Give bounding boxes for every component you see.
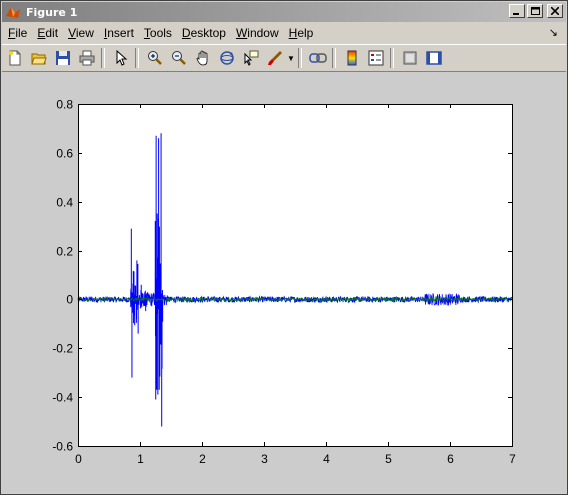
x-tick-label: 1 [137,452,144,466]
open-file-icon [31,53,47,65]
x-tick-label: 2 [199,452,206,466]
y-tick-label: 0.8 [56,98,73,112]
link-plot-icon [309,53,327,63]
audio-waveform-plot[interactable]: 0 1 2 3 4 5 6 7 0.8 0.6 0.4 0.2 0 -0.2 -0.4 -0.6 [2,72,566,493]
toolbar-separator [389,48,394,68]
maximize-icon [530,6,540,15]
axes-background [78,104,512,446]
title-bar[interactable]: Figure 1 [2,2,566,22]
close-button[interactable] [547,4,563,18]
brush-button[interactable] [264,47,286,69]
save-button[interactable] [52,47,74,69]
rotate-3d-button[interactable] [216,47,238,69]
new-figure-button[interactable] [4,47,26,69]
legend-button[interactable] [365,47,387,69]
data-cursor-icon [244,50,259,66]
figure-toolbar: ▼ [2,44,566,72]
zoom-out-icon [172,51,186,65]
pan-hand-icon [196,50,208,66]
x-tick-label: 0 [75,452,82,466]
zoom-out-button[interactable] [168,47,190,69]
close-icon [551,7,559,15]
colorbar-icon [347,50,357,66]
menu-edit[interactable]: Edit [33,26,62,40]
toolbar-separator [297,48,302,68]
rotate-3d-icon [220,51,234,65]
legend-icon [368,50,384,66]
maximize-button[interactable] [527,4,543,18]
minimize-icon [513,13,519,15]
show-plot-tools-icon [426,51,442,65]
zoom-in-button[interactable] [144,47,166,69]
figure-window: Figure 1 File Edit View Insert Tools Des… [0,0,568,495]
hide-plot-tools-icon [403,51,417,65]
matlab-app-icon [6,7,20,18]
open-file-button[interactable] [28,47,50,69]
zoom-in-icon [148,51,162,65]
toolbar-separator [101,48,105,68]
y-tick-label: 0.2 [56,245,73,259]
pan-button[interactable] [192,47,214,69]
new-figure-icon [9,50,21,66]
y-tick-label: 0.6 [56,147,73,161]
y-tick-label: -0.2 [52,342,73,356]
figure-canvas: 0 1 2 3 4 5 6 7 0.8 0.6 0.4 0.2 0 -0.2 -0.4 -0.6 [2,72,566,493]
menu-help[interactable]: Help [285,26,318,40]
menu-bar: File Edit View Insert Tools Desktop Wind… [2,23,566,43]
link-plot-button[interactable] [307,47,329,69]
select-arrow-icon [116,50,128,66]
brush-icon [268,51,282,65]
menu-window[interactable]: Window [232,26,283,40]
menu-view[interactable]: View [64,26,98,40]
menu-desktop[interactable]: Desktop [178,26,230,40]
x-tick-label: 5 [385,452,392,466]
window-controls [509,4,563,18]
print-icon [79,50,95,66]
dock-arrow-icon[interactable]: ↘ [549,26,558,39]
print-button[interactable] [76,47,98,69]
menu-tools[interactable]: Tools [140,26,176,40]
x-tick-label: 3 [261,452,268,466]
hide-plot-tools-button[interactable] [399,47,421,69]
y-tick-label: -0.6 [52,440,73,454]
data-cursor-button[interactable] [240,47,262,69]
y-tick-label: 0.4 [56,196,73,210]
x-tick-label: 4 [323,452,330,466]
minimize-button[interactable] [509,4,525,18]
toolbar-separator [331,48,336,68]
y-tick-label: -0.4 [52,391,73,405]
brush-dropdown-icon[interactable]: ▼ [287,54,295,63]
colorbar-button[interactable] [341,47,363,69]
x-tick-label: 7 [509,452,516,466]
toolbar-separator [135,48,139,68]
select-arrow-button[interactable] [110,47,132,69]
menu-insert[interactable]: Insert [100,26,138,40]
y-tick-label: 0 [66,293,73,307]
menu-file[interactable]: File [4,26,31,40]
x-tick-label: 6 [447,452,454,466]
window-title: Figure 1 [26,5,78,19]
show-plot-tools-button[interactable] [423,47,445,69]
save-icon [56,51,70,65]
